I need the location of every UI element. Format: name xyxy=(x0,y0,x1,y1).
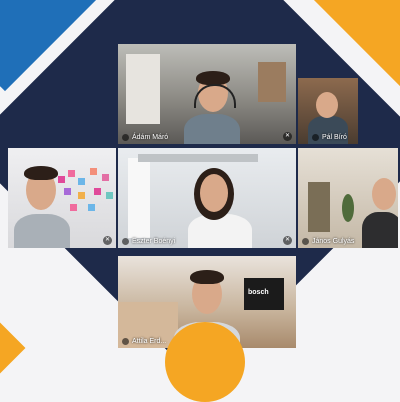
video-tile-janos[interactable]: János Gulyás xyxy=(298,148,398,248)
mic-icon xyxy=(122,338,129,345)
mic-muted-icon[interactable]: ✕ xyxy=(283,236,292,245)
participant-name-label: János Gulyás xyxy=(302,238,354,245)
video-tile-pal[interactable]: Pál Bíró xyxy=(298,78,358,144)
video-tile-adam[interactable]: Ádám Máró ✕ xyxy=(118,44,296,144)
corner-orange-decoration-small xyxy=(0,322,26,374)
tv-screen-label: bosch xyxy=(248,289,269,296)
mic-icon xyxy=(312,134,319,141)
orange-circle-decoration xyxy=(165,322,245,402)
participant-name-label: Attila Erd... xyxy=(122,338,166,345)
mic-muted-icon[interactable]: ✕ xyxy=(283,132,292,141)
participant-name-label: Eszter Boényi xyxy=(122,238,175,245)
mic-icon xyxy=(302,238,309,245)
mic-muted-icon[interactable]: ✕ xyxy=(103,236,112,245)
video-tile-eszter[interactable]: Eszter Boényi ✕ xyxy=(118,148,296,248)
video-tile-left[interactable]: ✕ xyxy=(8,148,116,248)
mic-icon xyxy=(122,238,129,245)
participant-name-label: Ádám Máró xyxy=(122,134,168,141)
participant-name-label: Pál Bíró xyxy=(312,134,347,141)
mic-icon xyxy=(122,134,129,141)
